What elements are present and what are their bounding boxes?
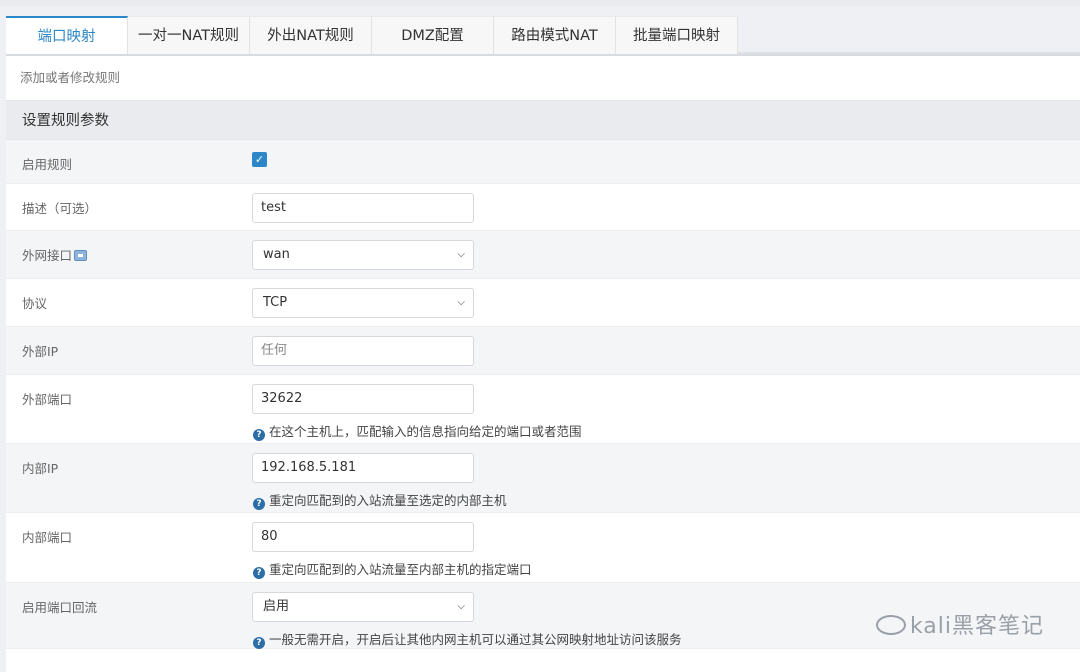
description-label: 描述（可选）	[22, 201, 98, 216]
watermark: kali黑客笔记	[875, 608, 1044, 640]
internal-ip-label: 内部IP	[22, 461, 59, 476]
row-description: 描述（可选） test	[6, 184, 1080, 231]
external-port-help: ? 在这个主机上，匹配输入的信息指向给定的端口或者范围	[253, 421, 582, 441]
chevron-down-icon: ⌵	[457, 601, 465, 612]
tab-port-mapping[interactable]: 端口映射	[6, 16, 128, 54]
tab-outbound-nat[interactable]: 外出NAT规则	[250, 16, 372, 54]
rule-panel: 添加或者修改规则 设置规则参数 启用规则 ✓ 描述（可选） test 外网接口 …	[6, 54, 1080, 672]
help-icon: ?	[253, 567, 265, 579]
wechat-icon	[875, 615, 906, 635]
loopback-help: ? 一般无需开启，开启后让其他内网主机可以通过其公网映射地址访问该服务	[253, 629, 682, 649]
info-icon[interactable]	[74, 250, 88, 261]
external-port-input[interactable]: 32622	[252, 384, 474, 414]
internal-ip-input[interactable]: 192.168.5.181	[252, 453, 474, 483]
tab-batch-port-mapping[interactable]: 批量端口映射	[616, 16, 738, 54]
top-strip	[0, 0, 1080, 6]
protocol-label: 协议	[22, 296, 48, 311]
wan-interface-select[interactable]: wan ⌵	[252, 240, 474, 270]
row-internal-port: 内部端口 80 ? 重定向匹配到的入站流量至内部主机的指定端口	[6, 513, 1080, 583]
external-ip-input[interactable]: 任何	[252, 336, 474, 366]
wan-interface-value: wan	[263, 247, 290, 262]
port-mapping-page: 端口映射 一对一NAT规则 外出NAT规则 DMZ配置 路由模式NAT 批量端口…	[6, 16, 1080, 672]
external-port-help-text: 在这个主机上，匹配输入的信息指向给定的端口或者范围	[269, 424, 582, 439]
row-protocol: 协议 TCP ⌵	[6, 279, 1080, 327]
wan-interface-label: 外网接口	[22, 248, 73, 263]
row-wan-interface: 外网接口 wan ⌵	[6, 231, 1080, 279]
loopback-value: 启用	[263, 599, 290, 614]
internal-port-help-text: 重定向匹配到的入站流量至内部主机的指定端口	[269, 562, 532, 577]
description-input[interactable]: test	[252, 193, 474, 223]
tab-routing-nat[interactable]: 路由模式NAT	[494, 16, 616, 54]
internal-ip-help-text: 重定向匹配到的入站流量至选定的内部主机	[269, 493, 507, 508]
help-icon: ?	[253, 429, 265, 441]
panel-subtitle: 添加或者修改规则	[20, 70, 121, 85]
internal-port-input[interactable]: 80	[252, 522, 474, 552]
internal-port-label: 内部端口	[22, 530, 73, 545]
section-title: 设置规则参数	[6, 100, 1080, 140]
internal-ip-help: ? 重定向匹配到的入站流量至选定的内部主机	[253, 490, 507, 510]
chevron-down-icon: ⌵	[457, 297, 465, 308]
protocol-value: TCP	[263, 295, 288, 310]
external-ip-label: 外部IP	[22, 344, 59, 359]
row-external-port: 外部端口 32622 ? 在这个主机上，匹配输入的信息指向给定的端口或者范围	[6, 375, 1080, 444]
loopback-label: 启用端口回流	[22, 600, 98, 615]
wan-interface-label-wrap: 外网接口	[22, 245, 88, 264]
tab-dmz[interactable]: DMZ配置	[372, 16, 494, 54]
chevron-down-icon: ⌵	[457, 249, 465, 260]
internal-port-help: ? 重定向匹配到的入站流量至内部主机的指定端口	[253, 559, 532, 579]
help-icon: ?	[253, 637, 265, 649]
loopback-help-text: 一般无需开启，开启后让其他内网主机可以通过其公网映射地址访问该服务	[269, 632, 682, 647]
tab-bar-filler	[738, 16, 1080, 54]
tab-one-to-one-nat[interactable]: 一对一NAT规则	[128, 16, 250, 54]
enable-rule-checkbox[interactable]: ✓	[252, 152, 267, 167]
protocol-select[interactable]: TCP ⌵	[252, 288, 474, 318]
row-enable-rule: 启用规则 ✓	[6, 140, 1080, 184]
watermark-text: kali黑客笔记	[909, 614, 1044, 639]
tab-bar: 端口映射 一对一NAT规则 外出NAT规则 DMZ配置 路由模式NAT 批量端口…	[6, 16, 1080, 54]
row-internal-ip: 内部IP 192.168.5.181 ? 重定向匹配到的入站流量至选定的内部主机	[6, 444, 1080, 513]
loopback-select[interactable]: 启用 ⌵	[252, 592, 474, 622]
help-icon: ?	[253, 498, 265, 510]
enable-rule-label: 启用规则	[22, 157, 73, 172]
row-external-ip: 外部IP 任何	[6, 327, 1080, 375]
external-port-label: 外部端口	[22, 392, 73, 407]
